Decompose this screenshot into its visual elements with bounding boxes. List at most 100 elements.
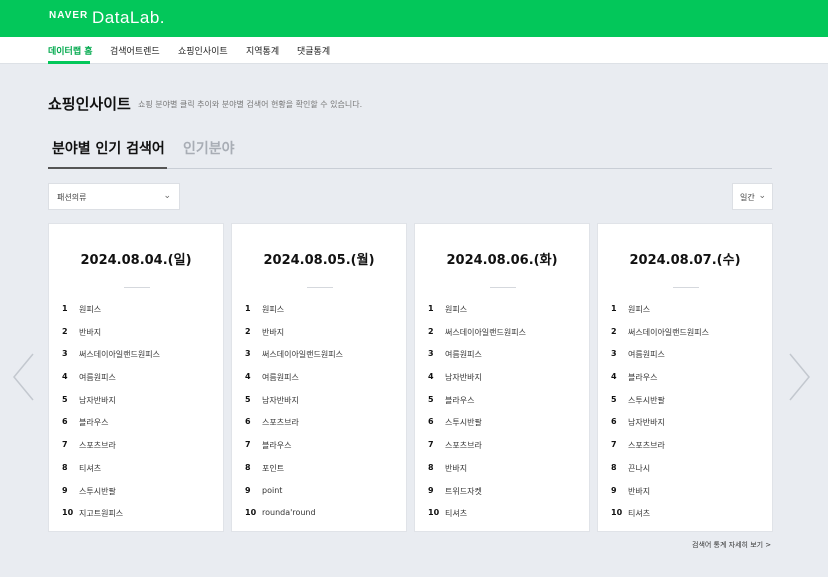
card-divider — [124, 287, 150, 288]
keyword-item[interactable]: 9 반바지 — [598, 482, 772, 505]
nav-item-comment-stats[interactable]: 댓글통계 — [297, 44, 330, 57]
keyword-rank: 3 — [62, 349, 68, 359]
keyword-item[interactable]: 7 스포츠브라 — [415, 436, 589, 459]
keyword-item[interactable]: 7 블라우스 — [232, 436, 406, 459]
page-title: 쇼핑인사이트 — [48, 95, 131, 113]
keyword-text: 남자반바지 — [262, 395, 299, 405]
keyword-item[interactable]: 2 써스데이아일랜드원피스 — [415, 323, 589, 346]
keyword-item[interactable]: 5 남자반바지 — [49, 391, 223, 414]
ranking-card: 2024.08.06.(화) 1 원피스 2 써스데이아일랜드원피스 3 여름원피스 … — [414, 223, 590, 532]
tab-popular-keywords[interactable]: 분야별 인기 검색어 — [52, 138, 165, 158]
keyword-item[interactable]: 2 반바지 — [232, 323, 406, 346]
keyword-text: 스포츠브라 — [445, 441, 482, 451]
keyword-rank: 9 — [611, 485, 617, 495]
keyword-item[interactable]: 4 여름원피스 — [232, 368, 406, 391]
keyword-item[interactable]: 4 블라우스 — [598, 368, 772, 391]
keyword-text: 스투시반팔 — [79, 486, 116, 496]
keyword-text: point — [262, 485, 283, 495]
period-select[interactable]: 일간 ⌄ — [732, 183, 773, 210]
keyword-list: 1 원피스 2 반바지 3 써스데이아일랜드원피스 4 여름원피스 5 남자반바지 6 블라… — [49, 300, 223, 527]
keyword-item[interactable]: 8 티셔츠 — [49, 459, 223, 482]
datalab-logo[interactable]: DataLab. — [92, 8, 165, 28]
keyword-item[interactable]: 8 반바지 — [415, 459, 589, 482]
keyword-item[interactable]: 1 원피스 — [415, 300, 589, 323]
keyword-item[interactable]: 5 남자반바지 — [232, 391, 406, 414]
keyword-text: 남자반바지 — [445, 373, 482, 383]
keyword-item[interactable]: 9 스투시반팔 — [49, 482, 223, 505]
keyword-item[interactable]: 8 끈나시 — [598, 459, 772, 482]
keyword-item[interactable]: 10 rounda'round — [232, 504, 406, 527]
keyword-text: 티셔츠 — [445, 509, 468, 519]
keyword-text: 반바지 — [262, 327, 285, 337]
keyword-item[interactable]: 7 스포츠브라 — [598, 436, 772, 459]
keyword-item[interactable]: 6 남자반바지 — [598, 413, 772, 436]
keyword-item[interactable]: 2 반바지 — [49, 323, 223, 346]
keyword-rank: 9 — [245, 485, 251, 495]
keyword-rank: 6 — [611, 417, 617, 427]
keyword-rank: 9 — [62, 485, 68, 495]
keyword-text: 남자반바지 — [628, 418, 665, 428]
keyword-text: 반바지 — [445, 463, 468, 473]
keyword-rank: 7 — [62, 440, 68, 450]
keyword-item[interactable]: 1 원피스 — [49, 300, 223, 323]
keyword-rank: 3 — [611, 349, 617, 359]
keyword-item[interactable]: 2 써스데이아일랜드원피스 — [598, 323, 772, 346]
keyword-item[interactable]: 3 써스데이아일랜드원피스 — [49, 345, 223, 368]
keyword-item[interactable]: 4 여름원피스 — [49, 368, 223, 391]
naver-logo[interactable]: NAVER — [49, 10, 88, 21]
keyword-text: rounda'round — [262, 508, 316, 518]
keyword-item[interactable]: 5 스투시반팔 — [598, 391, 772, 414]
keyword-item[interactable]: 1 원피스 — [598, 300, 772, 323]
keyword-item[interactable]: 6 블라우스 — [49, 413, 223, 436]
next-arrow-button[interactable] — [786, 352, 812, 402]
keyword-list: 1 원피스 2 반바지 3 써스데이아일랜드원피스 4 여름원피스 5 남자반바지 6 스포… — [232, 300, 406, 527]
keyword-text: 지고트원피스 — [79, 509, 124, 519]
keyword-list: 1 원피스 2 써스데이아일랜드원피스 3 여름원피스 4 블라우스 5 스투시반팔 6 남… — [598, 300, 772, 527]
nav-item-region-stats[interactable]: 지역통계 — [246, 44, 279, 57]
keyword-item[interactable]: 6 스포츠브라 — [232, 413, 406, 436]
nav-item-shopping-insight[interactable]: 쇼핑인사이트 — [178, 44, 228, 57]
keyword-item[interactable]: 4 남자반바지 — [415, 368, 589, 391]
keyword-text: 원피스 — [445, 305, 468, 314]
keyword-text: 블라우스 — [79, 418, 109, 428]
ranking-card: 2024.08.05.(월) 1 원피스 2 반바지 3 써스데이아일랜드원피스 4 여… — [231, 223, 407, 532]
keyword-rank: 1 — [611, 304, 617, 313]
keyword-stats-detail-link[interactable]: 검색어 통계 자세히 보기 > — [692, 540, 771, 550]
page-description: 쇼핑 분야별 클릭 추이와 분야별 검색어 현황을 확인할 수 있습니다. — [138, 100, 363, 109]
keyword-rank: 8 — [245, 462, 251, 472]
keyword-item[interactable]: 3 써스데이아일랜드원피스 — [232, 345, 406, 368]
keyword-text: 써스데이아일랜드원피스 — [445, 327, 526, 337]
keyword-rank: 2 — [611, 326, 617, 336]
keyword-item[interactable]: 1 원피스 — [232, 300, 406, 323]
keyword-item[interactable]: 10 지고트원피스 — [49, 504, 223, 527]
nav-item-search-trend[interactable]: 검색어트렌드 — [110, 44, 160, 57]
keyword-text: 티셔츠 — [79, 463, 102, 473]
keyword-rank: 2 — [428, 326, 434, 336]
keyword-item[interactable]: 9 트위드자켓 — [415, 482, 589, 505]
category-select[interactable]: 패션의류 ⌄ — [48, 183, 180, 210]
keyword-item[interactable]: 5 블라우스 — [415, 391, 589, 414]
keyword-text: 써스데이아일랜드원피스 — [628, 327, 709, 337]
keyword-text: 스포츠브라 — [628, 441, 665, 451]
keyword-text: 여름원피스 — [79, 373, 116, 383]
tab-popular-categories[interactable]: 인기분야 — [183, 138, 235, 158]
keyword-item[interactable]: 10 티셔츠 — [598, 504, 772, 527]
keyword-rank: 10 — [611, 508, 623, 518]
keyword-item[interactable]: 8 포인트 — [232, 459, 406, 482]
keyword-item[interactable]: 10 티셔츠 — [415, 504, 589, 527]
keyword-text: 티셔츠 — [628, 509, 651, 519]
prev-arrow-button[interactable] — [11, 352, 37, 402]
keyword-rank: 10 — [62, 508, 74, 518]
keyword-rank: 4 — [245, 372, 251, 382]
keyword-rank: 4 — [62, 372, 68, 382]
keyword-item[interactable]: 3 여름원피스 — [415, 345, 589, 368]
nav-item-home[interactable]: 데이터랩 홈 — [48, 44, 93, 57]
keyword-item[interactable]: 9 point — [232, 482, 406, 505]
keyword-text: 블라우스 — [262, 441, 292, 451]
keyword-text: 써스데이아일랜드원피스 — [262, 350, 343, 360]
ranking-card: 2024.08.04.(일) 1 원피스 2 반바지 3 써스데이아일랜드원피스 4 여… — [48, 223, 224, 532]
keyword-item[interactable]: 3 여름원피스 — [598, 345, 772, 368]
keyword-list: 1 원피스 2 써스데이아일랜드원피스 3 여름원피스 4 남자반바지 5 블라우스 6 스… — [415, 300, 589, 527]
keyword-item[interactable]: 6 스투시반팔 — [415, 413, 589, 436]
keyword-item[interactable]: 7 스포츠브라 — [49, 436, 223, 459]
